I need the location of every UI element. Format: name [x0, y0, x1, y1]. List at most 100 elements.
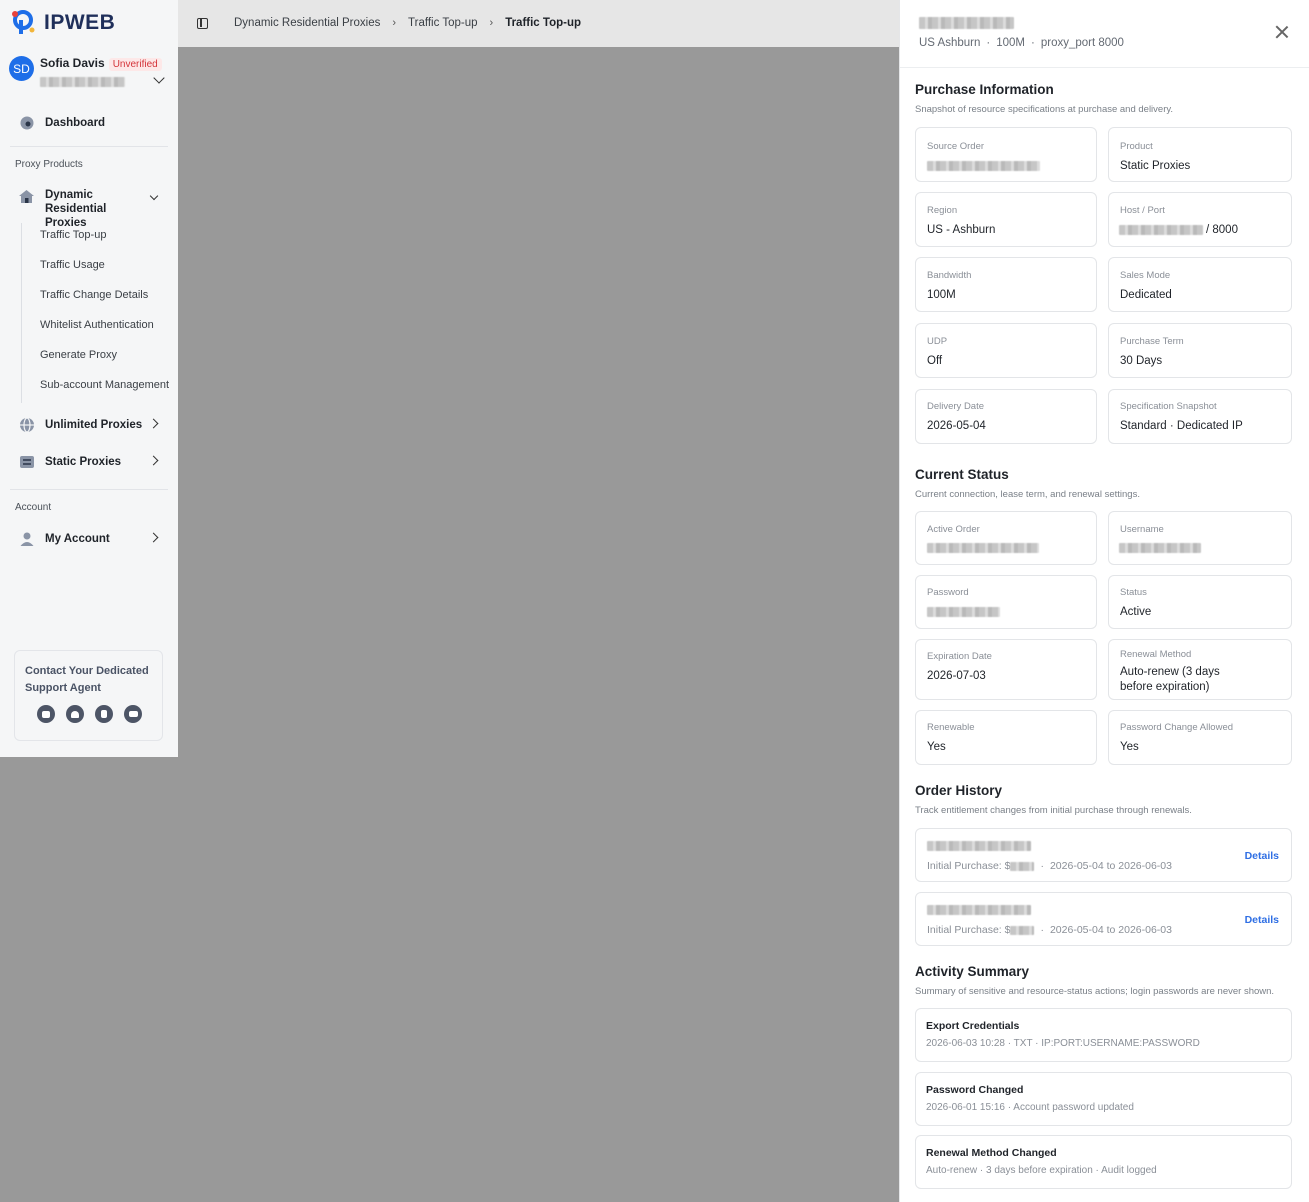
section-label-proxy-products: Proxy Products — [15, 159, 83, 170]
divider — [10, 146, 168, 147]
sidebar-item-label: My Account — [45, 532, 110, 545]
sidebar-subitem-traffic-change-details[interactable]: Traffic Change Details — [40, 289, 148, 301]
field-product: Product Static Proxies — [1108, 127, 1292, 182]
field-label: Password Change Allowed — [1120, 722, 1234, 733]
meta-region: US Ashburn — [919, 37, 981, 49]
history-line: Initial Purchase: $ · 2026-05-04 to 2026-0… — [927, 924, 1172, 936]
field-value: US - Ashburn — [927, 224, 996, 236]
user-email-redacted — [40, 76, 125, 87]
brand-logo[interactable]: IPWEB — [10, 8, 115, 38]
field-source-order: Source Order — [915, 127, 1097, 182]
chevron-right-icon[interactable] — [148, 532, 159, 543]
field-udp: UDP Off — [915, 323, 1097, 378]
sidebar-item-static-proxies[interactable]: Static Proxies — [18, 453, 121, 470]
field-label: Bandwidth — [927, 270, 972, 281]
host-redacted — [1119, 225, 1203, 235]
sidebar-toggle-icon[interactable] — [197, 18, 208, 29]
brand-name: IPWEB — [44, 11, 116, 34]
globe-icon — [18, 416, 35, 433]
field-value: Yes — [1120, 741, 1139, 753]
field-value: 30 Days — [1120, 355, 1163, 367]
breadcrumb-item[interactable]: Traffic Top-up — [408, 17, 477, 29]
field-delivery-date: Delivery Date 2026-05-04 — [915, 389, 1097, 444]
field-label: Product — [1120, 141, 1153, 152]
activity-detail: Auto-renew · 3 days before expiration · … — [926, 1165, 1157, 1176]
sidebar-subitem-traffic-topup[interactable]: Traffic Top-up — [40, 229, 106, 241]
sidebar-subitem-generate-proxy[interactable]: Generate Proxy — [40, 349, 117, 361]
field-label: Status — [1120, 587, 1147, 598]
order-id-redacted — [927, 841, 1031, 851]
section-subtitle-status: Current connection, lease term, and rene… — [915, 489, 1140, 500]
field-label: Renewable — [927, 722, 975, 733]
chevron-right-icon: › — [489, 17, 494, 29]
chevron-right-icon: › — [392, 17, 397, 29]
activity-item: Export Credentials 2026-06-03 10:28 · TX… — [915, 1008, 1292, 1062]
section-subtitle-purchase: Snapshot of resource specifications at p… — [915, 104, 1174, 115]
activity-title: Export Credentials — [926, 1020, 1020, 1032]
activity-title: Password Changed — [926, 1084, 1024, 1096]
field-label: Purchase Term — [1120, 336, 1184, 347]
field-value-redacted — [1119, 543, 1201, 553]
activity-detail: 2026-06-01 15:16 · Account password upda… — [926, 1102, 1134, 1113]
field-label: Host / Port — [1120, 205, 1165, 216]
details-link[interactable]: Details — [1245, 914, 1279, 926]
sidebar-item-label: Dashboard — [45, 116, 106, 129]
field-label: Region — [927, 205, 958, 216]
field-value: Active — [1120, 606, 1152, 618]
field-label: Active Order — [927, 524, 980, 535]
chevron-right-icon[interactable] — [148, 455, 159, 466]
field-active-order: Active Order — [915, 511, 1097, 565]
sidebar-item-my-account[interactable]: My Account — [18, 530, 110, 547]
history-line: Initial Purchase: $ · 2026-05-04 to 2026-0… — [927, 860, 1172, 872]
breadcrumb-item[interactable]: Dynamic Residential Proxies — [234, 17, 380, 29]
section-title-status: Current Status — [915, 467, 1009, 482]
sidebar-item-dashboard[interactable]: Dashboard — [18, 114, 105, 131]
drawer-header: US Ashburn · 100M · proxy_port 8000 — [900, 0, 1309, 68]
chevron-right-icon[interactable] — [148, 418, 159, 429]
verification-badge: Unverified — [108, 58, 162, 71]
field-specification-snapshot: Specification Snapshot Standard · Dedica… — [1108, 389, 1292, 444]
submenu-dynamic-residential: Traffic Top-up Traffic Usage Traffic Cha… — [21, 223, 169, 403]
activity-item: Renewal Method Changed Auto-renew · 3 da… — [915, 1135, 1292, 1189]
sidebar-item-label: Dynamic Residential Proxies — [45, 189, 107, 229]
details-link[interactable]: Details — [1245, 850, 1279, 862]
history-item: Initial Purchase: $ · 2026-05-04 to 2026-0… — [915, 892, 1292, 946]
section-title-history: Order History — [915, 783, 1003, 798]
meta-bandwidth: 100M — [996, 37, 1025, 49]
divider — [10, 489, 168, 490]
logo-icon — [10, 8, 40, 38]
field-label: Sales Mode — [1120, 270, 1171, 281]
field-value: / 8000 — [1206, 224, 1238, 236]
section-label-account: Account — [15, 502, 52, 513]
book-icon[interactable] — [95, 705, 113, 723]
field-expiration-date: Expiration Date 2026-07-03 — [915, 639, 1097, 700]
field-label: UDP — [927, 336, 948, 347]
sidebar-subitem-subaccount-management[interactable]: Sub-account Management — [40, 379, 169, 391]
proxy-detail-drawer: US Ashburn · 100M · proxy_port 8000 Purchase… — [899, 0, 1309, 1202]
field-renewable: Renewable Yes — [915, 710, 1097, 765]
field-label: Delivery Date — [927, 401, 985, 412]
field-value: Dedicated — [1120, 289, 1172, 301]
top-bar: Dynamic Residential Proxies › Traffic To… — [178, 0, 899, 47]
chat-icon[interactable] — [37, 705, 55, 723]
user-menu[interactable]: SD Sofia Davis Unverified — [9, 56, 162, 89]
chevron-down-icon[interactable] — [149, 191, 159, 201]
field-label: Expiration Date — [927, 651, 992, 662]
field-purchase-term: Purchase Term 30 Days — [1108, 323, 1292, 378]
section-subtitle-history: Track entitlement changes from initial p… — [915, 805, 1192, 816]
field-value-redacted — [927, 161, 1040, 171]
drawer-meta: US Ashburn · 100M · proxy_port 8000 — [919, 37, 1124, 49]
dashboard-icon — [18, 114, 35, 131]
sidebar-item-dynamic-residential[interactable]: Dynamic Residential Proxies — [18, 188, 150, 230]
field-sales-mode: Sales Mode Dedicated — [1108, 257, 1292, 312]
sidebar-subitem-whitelist-authentication[interactable]: Whitelist Authentication — [40, 319, 154, 331]
mail-icon[interactable] — [124, 705, 142, 723]
bell-icon[interactable] — [66, 705, 84, 723]
field-label: Password — [927, 587, 969, 598]
sidebar-subitem-traffic-usage[interactable]: Traffic Usage — [40, 259, 105, 271]
field-password-change-allowed: Password Change Allowed Yes — [1108, 710, 1292, 765]
sidebar-item-unlimited-proxies[interactable]: Unlimited Proxies — [18, 416, 142, 433]
meta-port: proxy_port 8000 — [1040, 37, 1124, 49]
close-icon[interactable] — [1274, 24, 1290, 40]
section-title-activity: Activity Summary — [915, 964, 1030, 979]
